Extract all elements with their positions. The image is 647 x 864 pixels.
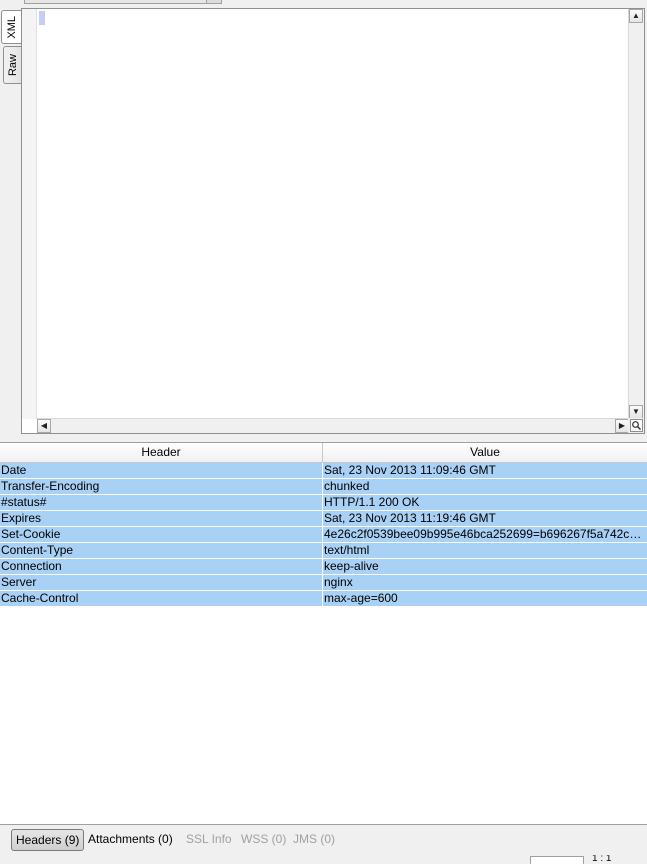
scroll-down-arrow-icon[interactable]: ▼ bbox=[629, 405, 643, 419]
table-row[interactable]: Set-Cookie 4e26c2f0539bee09b995e46bca2526… bbox=[0, 527, 647, 543]
header-name-cell[interactable]: Connection bbox=[0, 559, 323, 575]
column-header-value[interactable]: Value bbox=[323, 443, 647, 463]
tab-jms[interactable]: JMS (0) bbox=[289, 829, 339, 851]
header-name-cell[interactable]: Transfer-Encoding bbox=[0, 479, 323, 495]
scroll-left-arrow-icon[interactable]: ◀ bbox=[37, 419, 51, 433]
scroll-right-arrow-icon[interactable]: ▶ bbox=[615, 419, 629, 433]
table-row[interactable]: Server nginx bbox=[0, 575, 647, 591]
xml-editor-text-area[interactable] bbox=[37, 9, 629, 419]
header-value-cell[interactable]: chunked bbox=[323, 479, 647, 495]
status-field bbox=[530, 856, 584, 864]
tab-headers[interactable]: Headers (9) bbox=[11, 829, 85, 851]
tab-xml-label: XML bbox=[5, 15, 18, 39]
table-body: Date Sat, 23 Nov 2013 11:09:46 GMT Transfe… bbox=[0, 463, 647, 607]
bottom-tab-bar: Headers (9) Attachments (0) SSL Info WSS… bbox=[0, 824, 647, 854]
cursor-position: 1 : 1 bbox=[592, 855, 612, 862]
scrollbar-corner bbox=[628, 418, 644, 433]
header-name-cell[interactable]: Content-Type bbox=[0, 543, 323, 559]
xml-editor: ▲ ▼ ◀ ▶ bbox=[21, 8, 645, 434]
header-name-cell[interactable]: #status# bbox=[0, 495, 323, 511]
table-row[interactable]: Date Sat, 23 Nov 2013 11:09:46 GMT bbox=[0, 463, 647, 479]
header-value-cell[interactable]: Sat, 23 Nov 2013 11:19:46 GMT bbox=[323, 511, 647, 527]
tab-xml[interactable]: XML bbox=[1, 10, 21, 44]
request-panel-scroll-knob[interactable] bbox=[206, 0, 221, 3]
table-row[interactable]: Connection keep-alive bbox=[0, 559, 647, 575]
tab-ssl-info[interactable]: SSL Info bbox=[182, 829, 236, 851]
zoom-magnifier-icon[interactable] bbox=[630, 419, 643, 432]
editor-vertical-scrollbar[interactable]: ▲ ▼ bbox=[628, 9, 644, 419]
request-panel-scrollbar[interactable] bbox=[24, 0, 222, 4]
table-row[interactable]: Content-Type text/html bbox=[0, 543, 647, 559]
header-value-cell[interactable]: text/html bbox=[323, 543, 647, 559]
tab-raw-label: Raw bbox=[6, 53, 19, 76]
scroll-up-arrow-icon[interactable]: ▲ bbox=[629, 9, 643, 23]
line-number-gutter bbox=[22, 9, 37, 419]
table-row[interactable]: Cache-Control max-age=600 bbox=[0, 591, 647, 607]
header-name-cell[interactable]: Cache-Control bbox=[0, 591, 323, 607]
header-name-cell[interactable]: Set-Cookie bbox=[0, 527, 323, 543]
table-header-row: Header Value bbox=[0, 443, 647, 463]
header-value-cell[interactable]: HTTP/1.1 200 OK bbox=[323, 495, 647, 511]
text-caret bbox=[39, 11, 45, 25]
header-name-cell[interactable]: Expires bbox=[0, 511, 323, 527]
table-row[interactable]: Transfer-Encoding chunked bbox=[0, 479, 647, 495]
header-value-cell[interactable]: nginx bbox=[323, 575, 647, 591]
header-name-cell[interactable]: Date bbox=[0, 463, 323, 479]
header-value-cell[interactable]: keep-alive bbox=[323, 559, 647, 575]
tab-attachments[interactable]: Attachments (0) bbox=[84, 829, 177, 851]
editor-horizontal-scrollbar[interactable]: ◀ ▶ bbox=[37, 418, 629, 433]
header-value-cell[interactable]: max-age=600 bbox=[323, 591, 647, 607]
table-row[interactable]: #status# HTTP/1.1 200 OK bbox=[0, 495, 647, 511]
header-value-cell[interactable]: 4e26c2f0539bee09b995e46bca252699=b696267… bbox=[323, 527, 647, 543]
tab-raw[interactable]: Raw bbox=[3, 46, 21, 84]
table-row[interactable]: Expires Sat, 23 Nov 2013 11:19:46 GMT bbox=[0, 511, 647, 527]
header-value-cell[interactable]: Sat, 23 Nov 2013 11:09:46 GMT bbox=[323, 463, 647, 479]
tab-wss[interactable]: WSS (0) bbox=[237, 829, 290, 851]
column-header-header[interactable]: Header bbox=[0, 443, 323, 463]
header-name-cell[interactable]: Server bbox=[0, 575, 323, 591]
headers-table: Header Value Date Sat, 23 Nov 2013 11:09:… bbox=[0, 442, 647, 824]
